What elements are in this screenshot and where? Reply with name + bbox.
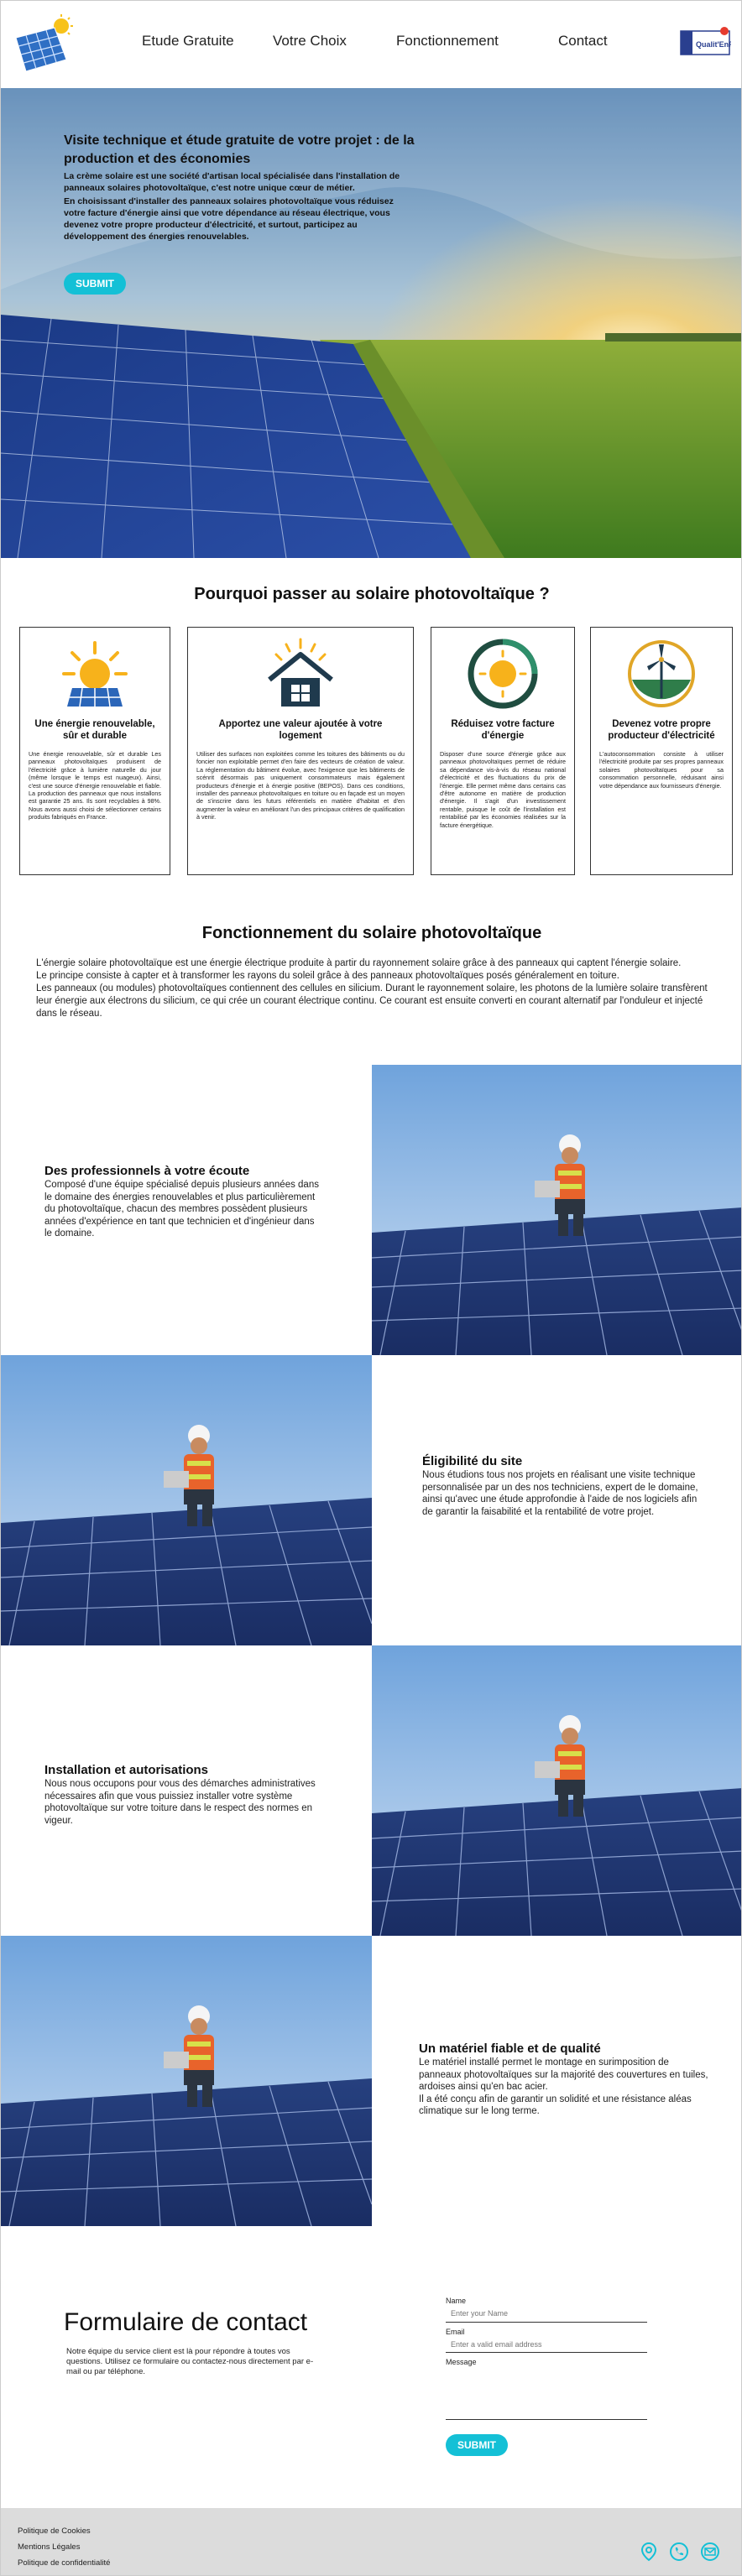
contact-submit-button[interactable]: SUBMIT [446, 2434, 508, 2456]
card-title: Devenez votre propre producteur d'électr… [608, 719, 715, 741]
page: Etude Gratuite Votre Choix Fonctionnemen… [0, 0, 742, 2576]
sun-energy-icon [62, 641, 128, 707]
feature-text: Des professionnels à votre écoute Compos… [44, 1164, 321, 1240]
nav-votre-choix[interactable]: Votre Choix [273, 33, 347, 50]
technician-photo [372, 1065, 741, 1355]
technician-photo [1, 1355, 372, 1645]
fonctionnement-body-2: Le principe consiste à capter et à trans… [36, 971, 619, 981]
card-body: Utiliser des surfaces non exploitées com… [196, 750, 405, 821]
name-label: Name [446, 2297, 467, 2305]
main-nav: Etude Gratuite Votre Choix Fonctionnemen… [1, 33, 741, 53]
fonctionnement-title: Fonctionnement du solaire photovoltaïque [201, 924, 542, 942]
feature-title: Un matériel fiable et de qualité [419, 2042, 601, 2056]
card-body: Disposer d'une source d'énergie grâce au… [440, 750, 566, 829]
feature-body: Le matériel installé permet le montage e… [419, 2057, 708, 2092]
feature-body: Nous nous occupons pour vous des démarch… [44, 1779, 316, 1826]
contact-form: Name Email Message SUBMIT [446, 2297, 647, 2456]
feature-text: Un matériel fiable et de qualité Le maté… [419, 2042, 708, 2118]
feature-body: Nous étudions tous nos projets en réalis… [422, 1470, 698, 1517]
feature-text: Installation et autorisations Nous nous … [44, 1763, 321, 1827]
nav-contact[interactable]: Contact [558, 33, 608, 50]
hero-body-1: La crème solaire est une société d'artis… [64, 171, 400, 193]
hero-submit-button[interactable]: SUBMIT [64, 273, 126, 295]
qualitenr-logo-text: Qualit'EnR [696, 40, 731, 49]
qualitenr-logo-icon: Qualit'EnR [680, 27, 731, 55]
fonctionnement-body: L'énergie solaire photovoltaïque est une… [36, 957, 716, 1020]
contact-title: Formulaire de contact [64, 2308, 308, 2336]
name-input[interactable] [446, 2305, 647, 2323]
footer-link-mentions[interactable]: Mentions Légales [18, 2539, 110, 2555]
hero-section: Visite technique et étude gratuite de vo… [1, 88, 741, 558]
card-body: Une énergie renouvelable, sûr et durable… [29, 750, 161, 821]
feature-text: Éligibilité du site Nous étudions tous n… [422, 1454, 699, 1518]
email-icon[interactable] [700, 2542, 720, 2562]
card-body: L'autoconsommation consiste à utiliser l… [599, 750, 724, 790]
location-icon[interactable] [639, 2542, 659, 2562]
technician-photo [372, 1645, 741, 1936]
fonctionnement-body-3: Les panneaux (ou modules) photovoltaïque… [36, 983, 708, 1019]
email-label: Email [446, 2327, 465, 2336]
feature-row-eligibility: Éligibilité du site Nous étudions tous n… [1, 1355, 741, 1645]
fonctionnement-body-1: L'énergie solaire photovoltaïque est une… [36, 958, 682, 968]
message-label: Message [446, 2358, 477, 2366]
footer-link-cookies[interactable]: Politique de Cookies [18, 2523, 110, 2539]
card-renewable: Une énergie renouvelable, sûr et durable… [19, 627, 170, 875]
message-textarea[interactable] [446, 2366, 647, 2420]
wind-solar-icon [628, 640, 695, 707]
footer-link-privacy[interactable]: Politique de confidentialité [18, 2555, 110, 2571]
site-header: Etude Gratuite Votre Choix Fonctionnemen… [1, 1, 741, 88]
technician-photo [1, 1936, 372, 2226]
why-title: Pourquoi passer au solaire photovoltaïqu… [194, 585, 550, 603]
card-bill: Réduisez votre facture d'énergie Dispose… [431, 627, 575, 875]
feature-row-material: Un matériel fiable et de qualité Le maté… [1, 1936, 741, 2226]
house-sun-icon [268, 638, 333, 707]
hero-text: Visite technique et étude gratuite de vo… [64, 132, 416, 242]
phone-icon[interactable] [669, 2542, 689, 2562]
feature-title: Installation et autorisations [44, 1763, 209, 1777]
feature-title: Éligibilité du site [422, 1454, 523, 1468]
footer-icons [639, 2542, 727, 2562]
feature-title: Des professionnels à votre écoute [44, 1164, 250, 1178]
card-producer: Devenez votre propre producteur d'électr… [590, 627, 733, 875]
footer-links: Politique de Cookies Mentions Légales Po… [18, 2523, 110, 2571]
feature-body-2: Il a été conçu afin de garantir un solid… [419, 2094, 692, 2117]
card-value: Apportez une valeur ajoutée à votre loge… [187, 627, 414, 875]
nav-etude-gratuite[interactable]: Etude Gratuite [142, 33, 234, 50]
hero-body-2: En choisissant d'installer des panneaux … [64, 196, 394, 242]
feature-row-professionals: Des professionnels à votre écoute Compos… [1, 1065, 741, 1355]
card-title: Réduisez votre facture d'énergie [451, 719, 555, 741]
card-title: Une énergie renouvelable, sûr et durable [34, 719, 155, 741]
card-title: Apportez une valeur ajoutée à votre loge… [218, 719, 383, 741]
feature-body: Composé d'une équipe spécialisé depuis p… [44, 1180, 319, 1238]
sun-circle-icon [468, 639, 538, 709]
site-footer: Politique de Cookies Mentions Légales Po… [1, 2508, 741, 2575]
nav-fonctionnement[interactable]: Fonctionnement [396, 33, 499, 50]
contact-description: Notre équipe du service client est là po… [66, 2347, 314, 2376]
email-input[interactable] [446, 2336, 647, 2353]
hero-title: Visite technique et étude gratuite de vo… [64, 133, 415, 166]
feature-row-installation: Installation et autorisations Nous nous … [1, 1645, 741, 1936]
